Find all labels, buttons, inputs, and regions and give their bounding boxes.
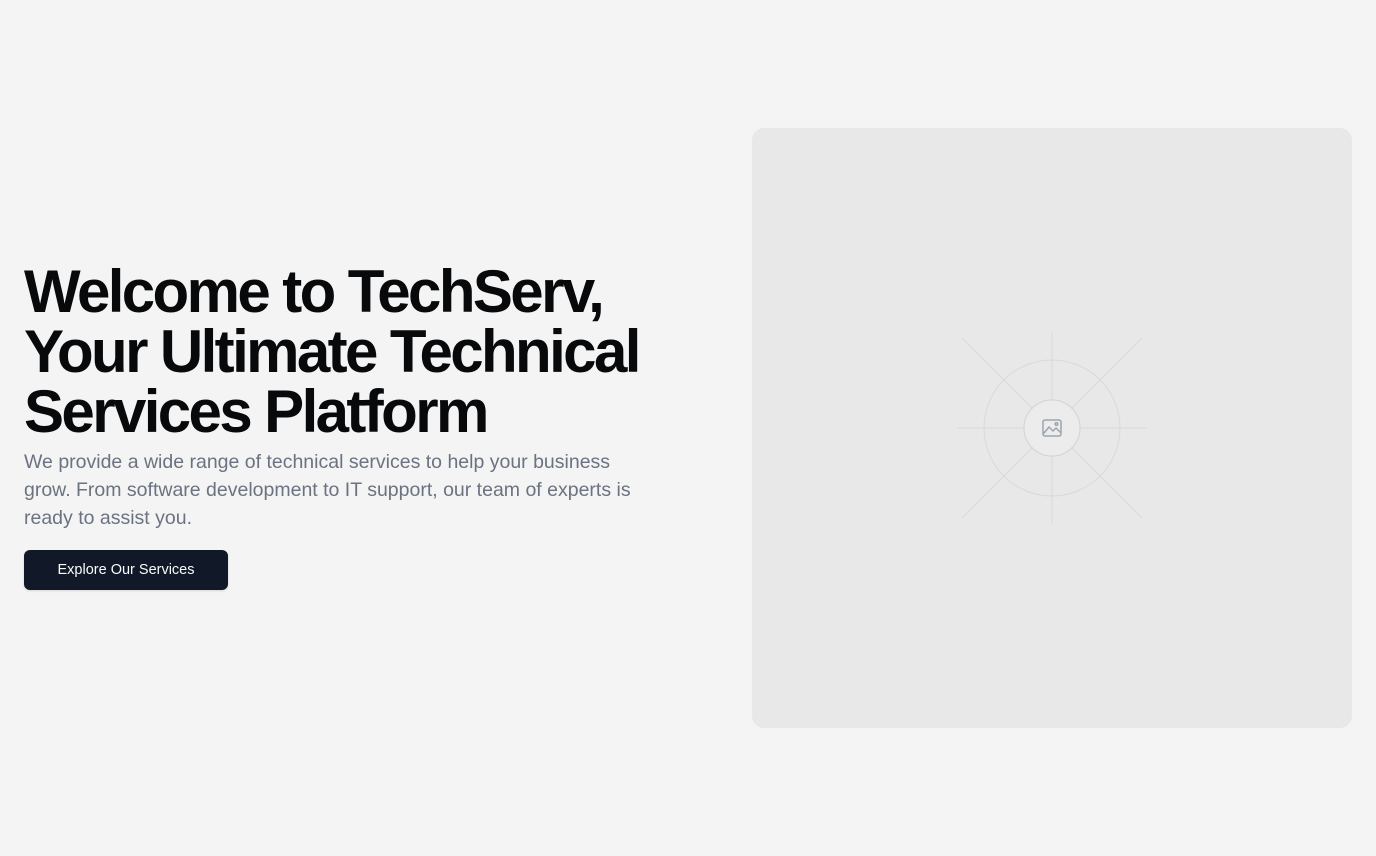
- hero-content: Welcome to TechServ, Your Ultimate Techn…: [24, 262, 704, 590]
- hero-description: We provide a wide range of technical ser…: [24, 451, 631, 529]
- headline-line-2: Your Ultimate Technical: [24, 318, 641, 385]
- explore-services-button[interactable]: Explore Our Services: [24, 550, 228, 590]
- placeholder-graphic: [957, 333, 1147, 523]
- headline-line-1: Welcome to TechServ,: [24, 258, 605, 325]
- hero-headline: Welcome to TechServ, Your Ultimate Techn…: [24, 262, 704, 442]
- hero-section: Welcome to TechServ, Your Ultimate Techn…: [0, 0, 1376, 856]
- headline-line-3: Services Platform: [24, 378, 489, 445]
- hero-image-placeholder: [752, 128, 1352, 728]
